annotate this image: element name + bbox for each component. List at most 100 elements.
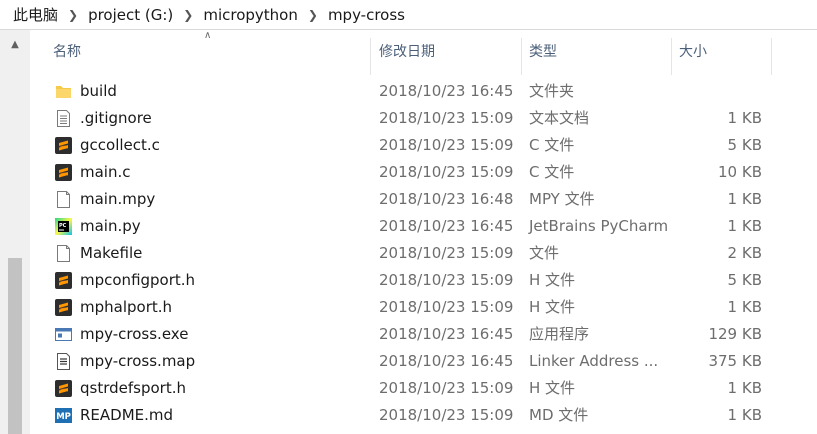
file-modified-date: 2018/10/23 16:45 <box>379 82 514 100</box>
file-size: 1 KB <box>727 406 762 424</box>
file-name: gccollect.c <box>80 136 160 154</box>
file-size: 2 KB <box>727 244 762 262</box>
svg-text:MP: MP <box>56 412 71 422</box>
file-list: build 2018/10/23 16:45 文件夹 .gitignore 2018/1… <box>30 78 817 429</box>
file-size: 1 KB <box>727 379 762 397</box>
file-type: H 文件 <box>529 379 576 397</box>
column-divider[interactable] <box>521 38 522 75</box>
column-header-type[interactable]: 类型 <box>529 30 557 75</box>
breadcrumb: 此电脑 ❯ project (G:) ❯ micropython ❯ mpy-c… <box>0 0 817 30</box>
sublime-file-icon <box>54 379 73 398</box>
breadcrumb-drive[interactable]: project (G:) <box>84 6 177 24</box>
file-name: main.mpy <box>80 190 156 208</box>
file-name: mpy-cross.map <box>80 352 196 370</box>
file-name: mpconfigport.h <box>80 271 196 289</box>
file-size: 1 KB <box>727 217 762 235</box>
file-row[interactable]: main.c 2018/10/23 15:09 C 文件 10 KB <box>30 159 817 186</box>
sublime-file-icon <box>54 298 73 317</box>
file-size: 5 KB <box>727 136 762 154</box>
file-type: MPY 文件 <box>529 190 595 208</box>
breadcrumb-micropython[interactable]: micropython <box>199 6 302 24</box>
file-type: C 文件 <box>529 163 575 181</box>
column-divider[interactable] <box>370 38 371 75</box>
column-header-date[interactable]: 修改日期 <box>379 30 435 75</box>
blank-file-icon <box>54 244 73 263</box>
file-modified-date: 2018/10/23 16:45 <box>379 352 514 370</box>
scroll-up-arrow-icon[interactable]: ▲ <box>8 40 22 50</box>
column-divider[interactable] <box>771 38 772 75</box>
file-modified-date: 2018/10/23 15:09 <box>379 298 514 316</box>
file-modified-date: 2018/10/23 16:48 <box>379 190 514 208</box>
file-row[interactable]: qstrdefsport.h 2018/10/23 15:09 H 文件 1 KB <box>30 375 817 402</box>
file-modified-date: 2018/10/23 16:45 <box>379 217 514 235</box>
markdown-file-icon: MP <box>54 406 73 425</box>
breadcrumb-this-pc[interactable]: 此电脑 <box>0 4 62 25</box>
sort-ascending-icon: ∧ <box>204 30 212 41</box>
file-row[interactable]: PC main.py 2018/10/23 16:45 JetBrains PyCha… <box>30 213 817 240</box>
file-size: 10 KB <box>718 163 762 181</box>
file-size: 5 KB <box>727 271 762 289</box>
file-type: 应用程序 <box>529 325 590 343</box>
file-modified-date: 2018/10/23 15:09 <box>379 379 514 397</box>
file-modified-date: 2018/10/23 15:09 <box>379 271 514 289</box>
chevron-right-icon[interactable]: ❯ <box>302 8 324 22</box>
file-name: main.c <box>80 163 131 181</box>
file-modified-date: 2018/10/23 15:09 <box>379 406 514 424</box>
column-header-name[interactable]: 名称 <box>53 30 81 75</box>
file-type: 文件夹 <box>529 82 575 100</box>
blank-file-icon <box>54 190 73 209</box>
file-modified-date: 2018/10/23 15:09 <box>379 136 514 154</box>
file-size: 129 KB <box>708 325 762 343</box>
sublime-file-icon <box>54 271 73 290</box>
file-row[interactable]: .gitignore 2018/10/23 15:09 文本文档 1 KB <box>30 105 817 132</box>
nav-pane-scrollbar[interactable]: ▲ <box>0 30 30 434</box>
column-header: ∧ 名称 修改日期 类型 大小 <box>30 30 817 75</box>
exe-icon <box>54 325 73 344</box>
file-row[interactable]: build 2018/10/23 16:45 文件夹 <box>30 78 817 105</box>
folder-icon <box>54 82 73 101</box>
chevron-right-icon[interactable]: ❯ <box>62 8 84 22</box>
file-name: main.py <box>80 217 141 235</box>
map-file-icon <box>54 352 73 371</box>
file-size: 1 KB <box>727 109 762 127</box>
file-name: README.md <box>80 406 174 424</box>
file-name: qstrdefsport.h <box>80 379 186 397</box>
chevron-right-icon[interactable]: ❯ <box>177 8 199 22</box>
file-size: 375 KB <box>708 352 762 370</box>
file-modified-date: 2018/10/23 16:45 <box>379 325 514 343</box>
file-row[interactable]: Makefile 2018/10/23 15:09 文件 2 KB <box>30 240 817 267</box>
file-row[interactable]: mpy-cross.map 2018/10/23 16:45 Linker Addr… <box>30 348 817 375</box>
file-row[interactable]: main.mpy 2018/10/23 16:48 MPY 文件 1 KB <box>30 186 817 213</box>
pycharm-file-icon: PC <box>54 217 73 236</box>
file-name: mpy-cross.exe <box>80 325 189 343</box>
file-type: 文件 <box>529 244 560 262</box>
file-type: H 文件 <box>529 271 576 289</box>
file-type: H 文件 <box>529 298 576 316</box>
file-name: .gitignore <box>80 109 152 127</box>
file-row[interactable]: gccollect.c 2018/10/23 15:09 C 文件 5 KB <box>30 132 817 159</box>
file-type: C 文件 <box>529 136 575 154</box>
file-size: 1 KB <box>727 298 762 316</box>
column-divider[interactable] <box>671 38 672 75</box>
file-name: mphalport.h <box>80 298 173 316</box>
column-header-size[interactable]: 大小 <box>679 30 707 75</box>
file-modified-date: 2018/10/23 15:09 <box>379 109 514 127</box>
file-row[interactable]: mpconfigport.h 2018/10/23 15:09 H 文件 5 KB <box>30 267 817 294</box>
sublime-file-icon <box>54 136 73 155</box>
file-type: Linker Address ... <box>529 352 659 370</box>
text-document-icon <box>54 109 73 128</box>
file-name: Makefile <box>80 244 143 262</box>
file-size: 1 KB <box>727 190 762 208</box>
file-modified-date: 2018/10/23 15:09 <box>379 244 514 262</box>
file-type: 文本文档 <box>529 109 590 127</box>
svg-text:PC: PC <box>59 223 67 229</box>
file-modified-date: 2018/10/23 15:09 <box>379 163 514 181</box>
file-row[interactable]: mphalport.h 2018/10/23 15:09 H 文件 1 KB <box>30 294 817 321</box>
file-type: JetBrains PyCharm <box>529 217 669 235</box>
breadcrumb-mpy-cross[interactable]: mpy-cross <box>324 6 409 24</box>
file-row[interactable]: MP README.md 2018/10/23 15:09 MD 文件 1 KB <box>30 402 817 429</box>
scrollbar-thumb[interactable] <box>8 258 22 434</box>
file-type: MD 文件 <box>529 406 589 424</box>
file-row[interactable]: mpy-cross.exe 2018/10/23 16:45 应用程序 129 KB <box>30 321 817 348</box>
sublime-file-icon <box>54 163 73 182</box>
